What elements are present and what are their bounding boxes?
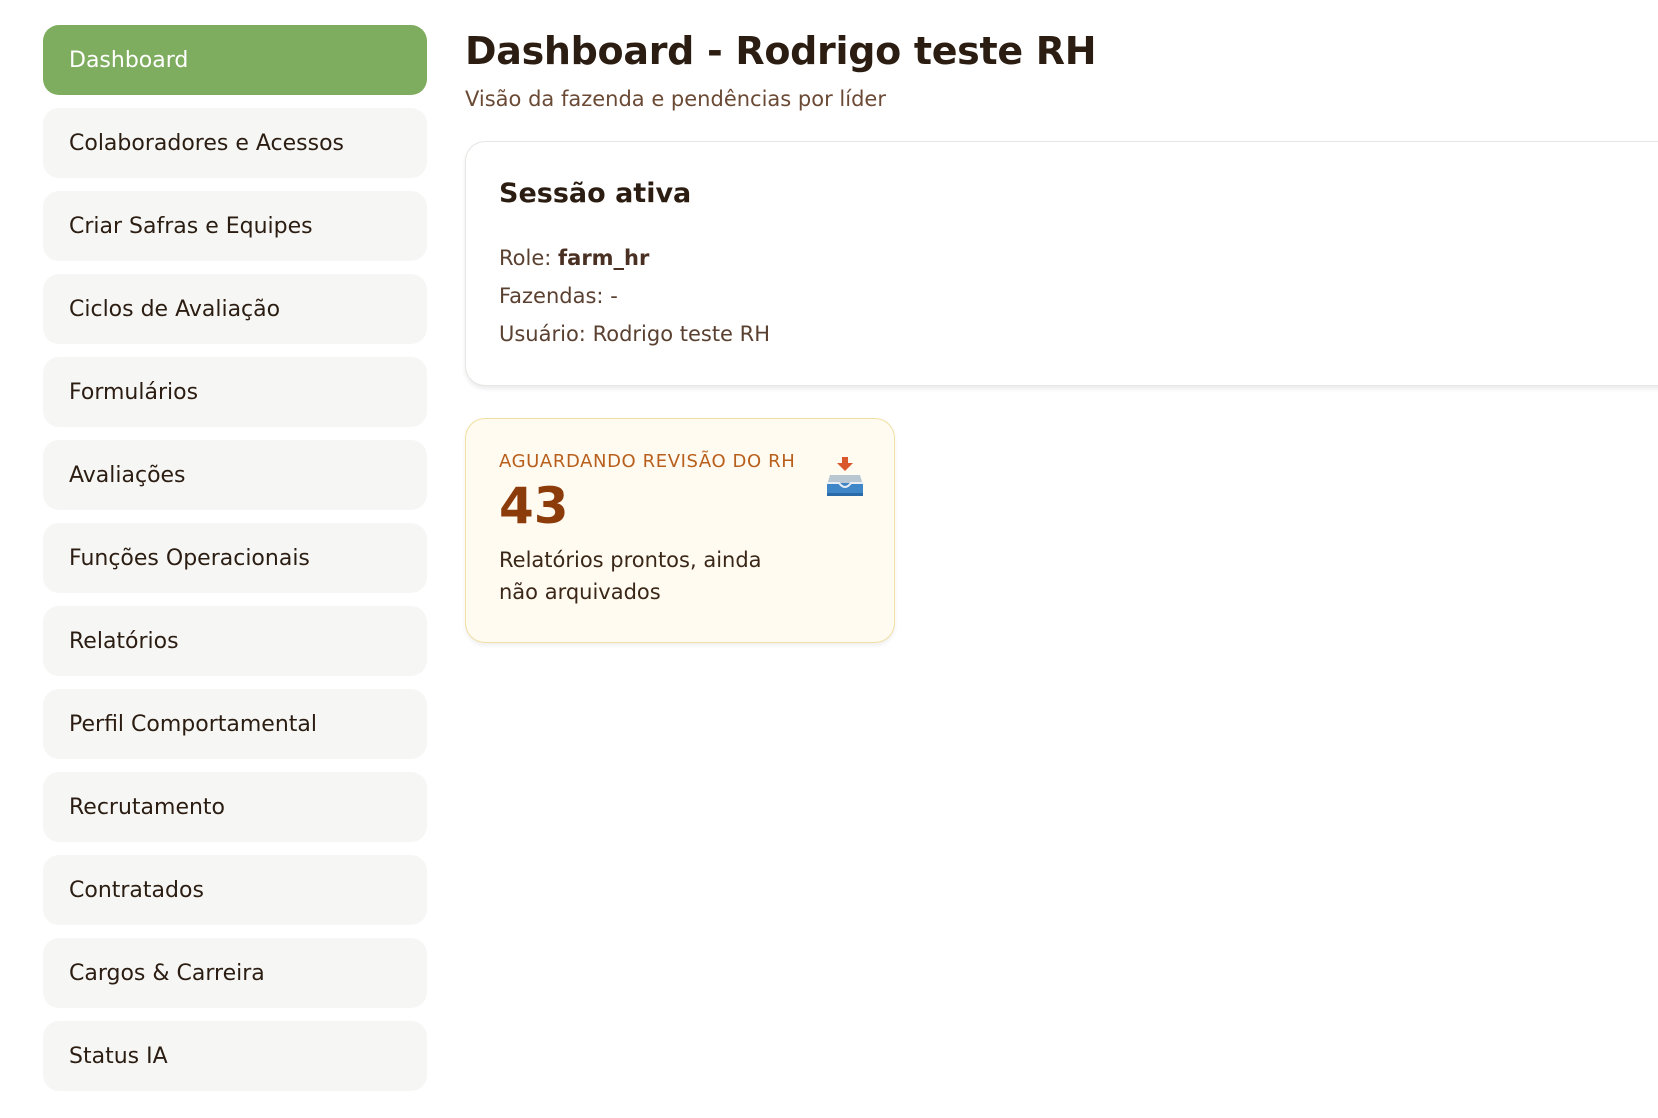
sidebar-item-label: Ciclos de Avaliação [69, 296, 281, 322]
page-title: Dashboard - Rodrigo teste RH [465, 29, 1097, 73]
sidebar-item-avaliacoes[interactable]: Avaliações [43, 440, 427, 510]
sidebar-item-label: Criar Safras e Equipes [69, 213, 313, 239]
sidebar-item-recrutamento[interactable]: Recrutamento [43, 772, 427, 842]
inbox-tray-icon [827, 457, 863, 496]
sidebar-item-criar-safras-equipes[interactable]: Criar Safras e Equipes [43, 191, 427, 261]
sidebar-item-label: Funções Operacionais [69, 545, 310, 571]
sidebar-item-formularios[interactable]: Formulários [43, 357, 427, 427]
session-details: Role: farm_hr Fazendas: - Usuário: Rodri… [499, 239, 1658, 353]
sidebar-item-label: Formulários [69, 379, 199, 405]
app-root: Dashboard Colaboradores e Acessos Criar … [0, 0, 1658, 1118]
sidebar-item-status-ia[interactable]: Status IA [43, 1021, 427, 1091]
session-farms-value: - [610, 284, 618, 308]
session-farms-label: Fazendas: [499, 284, 604, 308]
sidebar-item-cargos-carreira[interactable]: Cargos & Carreira [43, 938, 427, 1008]
session-farms-line: Fazendas: - [499, 277, 1658, 315]
session-user-label: Usuário: [499, 322, 586, 346]
page-subtitle: Visão da fazenda e pendências por líder [465, 87, 886, 111]
session-user-value: Rodrigo teste RH [592, 322, 771, 346]
sidebar-item-label: Recrutamento [69, 794, 226, 820]
sidebar-item-relatorios[interactable]: Relatórios [43, 606, 427, 676]
sidebar-item-label: Contratados [69, 877, 204, 903]
session-card: Sessão ativa Role: farm_hr Fazendas: - U… [465, 141, 1658, 386]
sidebar-item-label: Relatórios [69, 628, 179, 654]
stat-description: Relatórios prontos, ainda não arquivados [499, 548, 762, 604]
sidebar-item-label: Dashboard [69, 47, 189, 73]
session-role-line: Role: farm_hr [499, 239, 1658, 277]
session-user-line: Usuário: Rodrigo teste RH [499, 315, 1658, 353]
sidebar-item-label: Perfil Comportamental [69, 711, 317, 737]
sidebar-item-label: Status IA [69, 1043, 168, 1069]
sidebar-item-colaboradores-acessos[interactable]: Colaboradores e Acessos [43, 108, 427, 178]
sidebar-item-funcoes-operacionais[interactable]: Funções Operacionais [43, 523, 427, 593]
session-role-value: farm_hr [558, 246, 650, 270]
session-role-label: Role: [499, 246, 552, 270]
sidebar-item-label: Cargos & Carreira [69, 960, 265, 986]
sidebar-item-perfil-comportamental[interactable]: Perfil Comportamental [43, 689, 427, 759]
sidebar-item-label: Avaliações [69, 462, 186, 488]
sidebar-item-contratados[interactable]: Contratados [43, 855, 427, 925]
sidebar-nav: Dashboard Colaboradores e Acessos Criar … [43, 25, 427, 1104]
main-content: Dashboard - Rodrigo teste RH Visão da fa… [465, 25, 1658, 643]
sidebar-item-label: Colaboradores e Acessos [69, 130, 345, 156]
sidebar-item-dashboard[interactable]: Dashboard [43, 25, 427, 95]
hr-review-stat-card[interactable]: AGUARDANDO REVISÃO DO RH 43 Relatórios p… [465, 418, 895, 643]
sidebar-item-ciclos-avaliacao[interactable]: Ciclos de Avaliação [43, 274, 427, 344]
session-card-title: Sessão ativa [499, 178, 692, 209]
